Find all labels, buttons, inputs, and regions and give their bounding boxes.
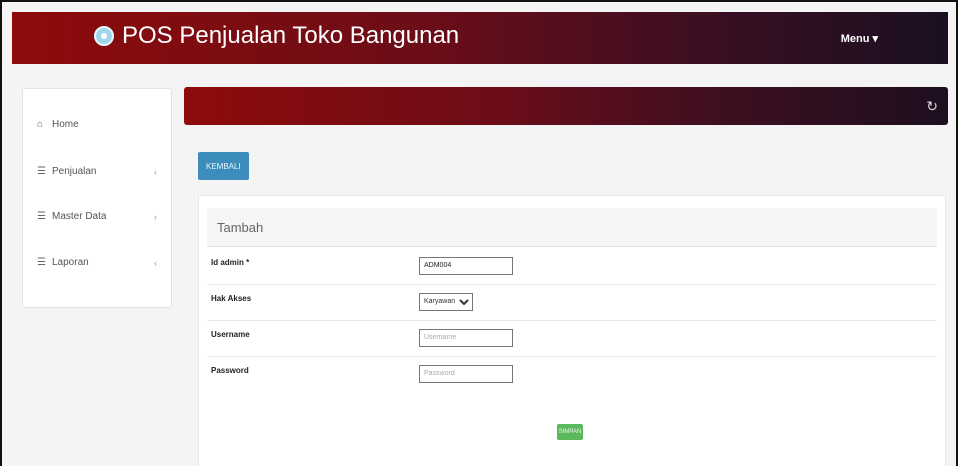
sidebar: ⌂ Home ☰ Penjualan ‹ ☰ Master Data ‹ ☰ L… — [22, 88, 172, 308]
save-button[interactable]: SIMPAN — [557, 424, 583, 440]
app-title: POS Penjualan Toko Bangunan — [122, 22, 460, 49]
back-button[interactable]: KEMBALI — [198, 152, 249, 180]
sidebar-item-label: Master Data — [52, 211, 107, 222]
top-navbar: POS Penjualan Toko Bangunan Menu ▾ — [12, 12, 948, 64]
form-panel: Tambah Id admin * Hak Akses Karyawan Use… — [198, 195, 946, 466]
logo-icon — [94, 26, 114, 46]
hak-akses-select[interactable]: Karyawan — [419, 292, 473, 311]
refresh-icon[interactable]: ↻ — [926, 98, 938, 115]
sidebar-item-label: Laporan — [52, 257, 89, 268]
menu-dropdown[interactable]: Menu ▾ — [841, 32, 878, 45]
form-row-id-admin: Id admin * — [207, 248, 937, 285]
field-label: Username — [211, 330, 250, 339]
sidebar-item-master-data[interactable]: ☰ Master Data ‹ — [37, 211, 165, 222]
field-label: Id admin * — [211, 258, 250, 267]
list-icon: ☰ — [37, 257, 46, 268]
list-icon: ☰ — [37, 166, 46, 177]
panel-title: Tambah — [217, 220, 264, 235]
sidebar-item-penjualan[interactable]: ☰ Penjualan ‹ — [37, 166, 165, 177]
form-row-username: Username — [207, 320, 937, 357]
panel-header: Tambah — [207, 208, 937, 247]
field-label: Password — [211, 366, 249, 375]
chevron-left-icon: ‹ — [154, 166, 157, 177]
sidebar-item-label: Penjualan — [52, 166, 97, 177]
brand[interactable]: POS Penjualan Toko Bangunan — [94, 22, 459, 50]
id-admin-input[interactable] — [419, 256, 513, 275]
password-input[interactable] — [419, 364, 513, 383]
form-row-password: Password — [207, 356, 937, 392]
field-label: Hak Akses — [211, 294, 252, 303]
sidebar-item-laporan[interactable]: ☰ Laporan ‹ — [37, 257, 165, 268]
username-input[interactable] — [419, 328, 513, 347]
sidebar-item-label: Home — [52, 119, 79, 130]
home-icon: ⌂ — [37, 119, 44, 130]
app-window: POS Penjualan Toko Bangunan Menu ▾ ⌂ Hom… — [0, 0, 958, 466]
page: ⌂ Home ☰ Penjualan ‹ ☰ Master Data ‹ ☰ L… — [12, 64, 948, 466]
sidebar-item-home[interactable]: ⌂ Home — [37, 119, 165, 130]
form-row-hak-akses: Hak Akses Karyawan — [207, 284, 937, 321]
chevron-left-icon: ‹ — [154, 257, 157, 268]
content-header-bar: ↻ — [184, 87, 948, 125]
chevron-left-icon: ‹ — [154, 211, 157, 222]
list-icon: ☰ — [37, 211, 46, 222]
